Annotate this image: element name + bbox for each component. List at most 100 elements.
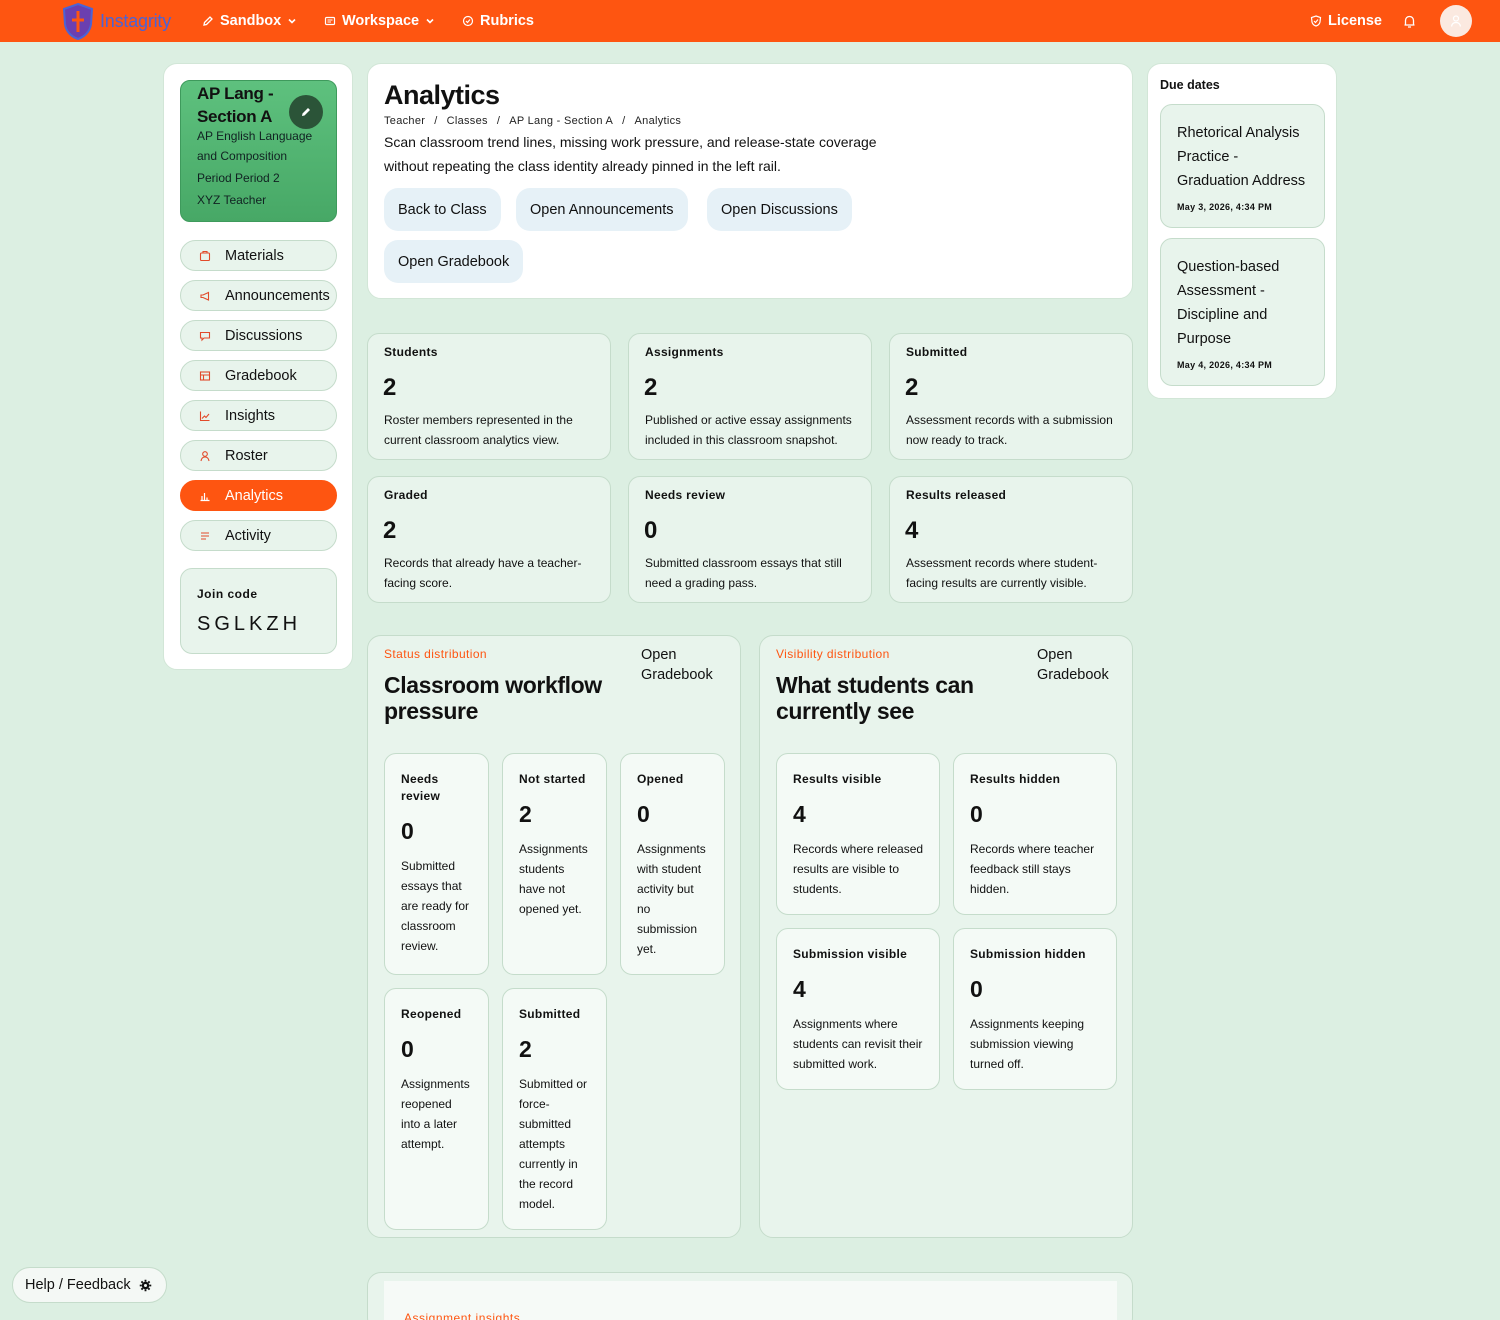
due-title-line: Purpose xyxy=(1177,331,1232,347)
bar-chart-icon xyxy=(200,492,210,501)
link-line: Open xyxy=(641,647,677,663)
due-item[interactable]: Rhetorical Analysis Practice - Graduatio… xyxy=(1160,104,1325,228)
mini-description: Assignments reopened into a later attemp… xyxy=(401,1074,470,1154)
rail-item-announcements[interactable]: Announcements xyxy=(180,280,337,311)
mini-desc-line: Assignments keeping xyxy=(970,1017,1085,1031)
mini-desc-line: Assignments where xyxy=(793,1017,898,1031)
nav-license[interactable]: License xyxy=(1310,0,1382,42)
mini-label: Submitted xyxy=(519,1007,581,1021)
assignment-insights-inner: Assignment insights xyxy=(384,1281,1117,1320)
mini-desc-line: Submitted xyxy=(401,859,456,873)
stat-description: Submitted classroom essays that still nee… xyxy=(645,553,861,593)
stat-description: Published or active essay assignments inc… xyxy=(645,410,861,450)
mini-desc-line: reopened xyxy=(401,1097,452,1111)
mini-label: Opened xyxy=(637,772,684,786)
mini-description: Submitted essays that are ready for clas… xyxy=(401,856,469,956)
stat-desc-line: Records that already have a teacher- xyxy=(384,556,582,570)
mini-label: Needs review xyxy=(401,771,440,805)
brand-logo[interactable]: Instagrity xyxy=(60,2,171,40)
stat-value: 4 xyxy=(905,517,919,544)
help-feedback-button[interactable]: Help / Feedback xyxy=(12,1267,167,1303)
stat-description: Assessment records where student-facing … xyxy=(906,553,1122,593)
breadcrumb-classes[interactable]: Classes xyxy=(447,115,488,127)
breadcrumb-teacher[interactable]: Teacher xyxy=(384,115,425,127)
description-line: Scan classroom trend lines, missing work… xyxy=(384,134,877,150)
nav-workspace-label: Workspace xyxy=(342,13,420,29)
due-title-line: Assessment - xyxy=(1177,283,1265,299)
mini-value: 0 xyxy=(970,801,983,827)
breadcrumb-current: Analytics xyxy=(634,115,682,127)
link-line: Open xyxy=(1037,647,1073,663)
edit-class-button[interactable] xyxy=(289,95,323,129)
nav-rubrics[interactable]: Rubrics xyxy=(462,0,534,42)
mini-value: 0 xyxy=(401,818,414,844)
status-card-reopened: Reopened 0 Assignments reopened into a l… xyxy=(384,988,489,1230)
mini-desc-line: with student xyxy=(637,862,702,876)
rail-item-label: Announcements xyxy=(225,287,330,304)
rail-item-insights[interactable]: Insights xyxy=(180,400,337,431)
left-rail: AP Lang - Section A AP English Language … xyxy=(163,63,353,670)
due-item-title: Rhetorical Analysis Practice - Graduatio… xyxy=(1177,121,1317,193)
class-period: Period Period 2 xyxy=(197,171,280,185)
mini-label: Not started xyxy=(519,772,586,786)
mini-label-line: Needs xyxy=(401,772,439,786)
due-item[interactable]: Question-based Assessment - Discipline a… xyxy=(1160,238,1325,386)
rail-item-gradebook[interactable]: Gradebook xyxy=(180,360,337,391)
mini-desc-line: review. xyxy=(401,939,439,953)
mini-desc-line: Assignments xyxy=(637,842,706,856)
header-card: Analytics Teacher / Classes / AP Lang - Se… xyxy=(367,63,1133,299)
rail-item-analytics[interactable]: Analytics xyxy=(180,480,337,511)
mini-desc-line: students. xyxy=(793,882,842,896)
stat-desc-line: included in this classroom snapshot. xyxy=(645,433,838,447)
mini-desc-line: submitted work. xyxy=(793,1057,878,1071)
stat-desc-line: facing score. xyxy=(384,576,453,590)
visibility-card-submission-visible: Submission visible 4 Assignments where s… xyxy=(776,928,940,1090)
status-open-gradebook-link[interactable]: Open Gradebook xyxy=(641,645,731,685)
stat-label: Assignments xyxy=(645,345,724,359)
visibility-open-gradebook-link[interactable]: Open Gradebook xyxy=(1037,645,1127,685)
nav-workspace[interactable]: Workspace xyxy=(324,0,435,42)
due-title-line: Rhetorical Analysis xyxy=(1177,125,1300,141)
open-announcements-button[interactable]: Open Announcements xyxy=(516,188,688,231)
breadcrumb-class[interactable]: AP Lang - Section A xyxy=(509,115,613,127)
status-card-needs-review: Needs review 0 Submitted essays that are … xyxy=(384,753,489,975)
rail-item-roster[interactable]: Roster xyxy=(180,440,337,471)
pencil-icon xyxy=(203,16,213,26)
user-avatar[interactable] xyxy=(1440,5,1472,37)
mini-desc-line: force- xyxy=(519,1097,550,1111)
pencil-icon xyxy=(302,108,310,116)
mini-desc-line: Records where teacher xyxy=(970,842,1095,856)
rail-item-label: Roster xyxy=(225,447,268,464)
open-discussions-button[interactable]: Open Discussions xyxy=(707,188,852,231)
nav-sandbox[interactable]: Sandbox xyxy=(202,0,297,42)
stat-value: 2 xyxy=(383,374,397,401)
stat-label: Results released xyxy=(906,488,1007,502)
join-code-value[interactable]: SGLKZH xyxy=(197,613,301,636)
panel-eyebrow: Visibility distribution xyxy=(776,647,890,661)
status-card-submitted: Submitted 2 Submitted or force- submitte… xyxy=(502,988,607,1230)
notifications-button[interactable] xyxy=(1402,0,1423,42)
person-icon xyxy=(200,450,210,461)
panel-eyebrow: Status distribution xyxy=(384,647,487,661)
brand-name: Instagrity xyxy=(100,10,172,31)
rail-item-discussions[interactable]: Discussions xyxy=(180,320,337,351)
mini-desc-line: students xyxy=(519,862,565,876)
shield-check-icon xyxy=(1310,15,1322,27)
due-item-title: Question-based Assessment - Discipline a… xyxy=(1177,255,1317,351)
mini-desc-line: Assignments xyxy=(519,842,588,856)
due-title-line: Question-based xyxy=(1177,259,1280,275)
visibility-card-results-hidden: Results hidden 0 Records where teacher f… xyxy=(953,753,1117,915)
back-to-class-button[interactable]: Back to Class xyxy=(384,188,501,231)
rail-item-activity[interactable]: Activity xyxy=(180,520,337,551)
status-distribution-panel: Status distribution Classroom workflow p… xyxy=(367,635,741,1238)
mini-desc-line: Submitted or xyxy=(519,1077,588,1091)
rubric-icon xyxy=(462,15,474,27)
stat-value: 2 xyxy=(905,374,919,401)
mini-desc-line: model. xyxy=(519,1197,556,1211)
mini-label-line: review xyxy=(401,789,441,803)
stat-description: Records that already have a teacher-faci… xyxy=(384,553,600,593)
rail-item-materials[interactable]: Materials xyxy=(180,240,337,271)
nav-rubrics-label: Rubrics xyxy=(480,13,534,29)
mini-desc-line: no xyxy=(637,902,651,916)
open-gradebook-button[interactable]: Open Gradebook xyxy=(384,240,524,283)
